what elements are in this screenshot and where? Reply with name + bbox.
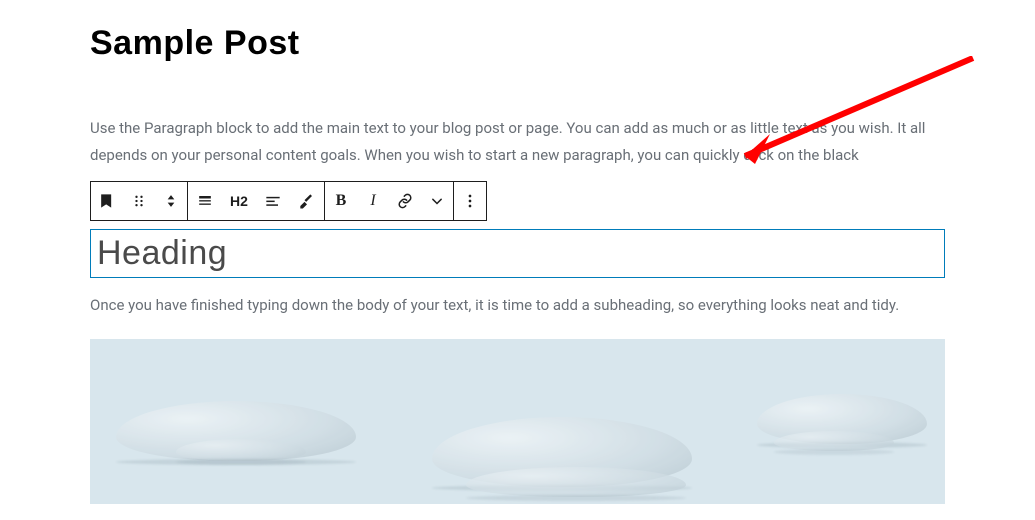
heading-block[interactable]: Heading xyxy=(90,229,945,278)
editor-container: Sample Post Use the Paragraph block to a… xyxy=(0,0,1035,504)
more-options-icon[interactable] xyxy=(454,182,486,220)
drag-handle-icon[interactable] xyxy=(123,182,155,220)
toolbar-group-format: B I xyxy=(325,182,454,220)
toolbar-group-align: H2 xyxy=(188,182,325,220)
image-block[interactable] xyxy=(90,339,945,504)
bold-label: B xyxy=(336,192,347,210)
cloud-graphic xyxy=(774,431,894,451)
more-formatting-chevron-down-icon[interactable] xyxy=(421,182,453,220)
paragraph-block-2[interactable]: Once you have finished typing down the b… xyxy=(90,292,945,319)
italic-label: I xyxy=(370,192,375,210)
text-align-icon[interactable] xyxy=(256,182,290,220)
cloud-graphic xyxy=(466,467,686,497)
post-title[interactable]: Sample Post xyxy=(90,24,945,63)
italic-button[interactable]: I xyxy=(357,182,389,220)
link-icon[interactable] xyxy=(389,182,421,220)
block-type-icon[interactable] xyxy=(91,182,123,220)
highlight-icon[interactable] xyxy=(290,182,324,220)
align-icon[interactable] xyxy=(188,182,222,220)
cloud-graphic xyxy=(176,439,306,461)
bold-button[interactable]: B xyxy=(325,182,357,220)
block-toolbar: H2 B I xyxy=(90,181,487,221)
move-up-down-icon[interactable] xyxy=(155,182,187,220)
paragraph-block-1[interactable]: Use the Paragraph block to add the main … xyxy=(90,115,945,169)
toolbar-group-more xyxy=(454,182,486,220)
toolbar-group-block xyxy=(91,182,188,220)
heading-level-button[interactable]: H2 xyxy=(222,182,256,220)
heading-level-label: H2 xyxy=(230,193,248,209)
